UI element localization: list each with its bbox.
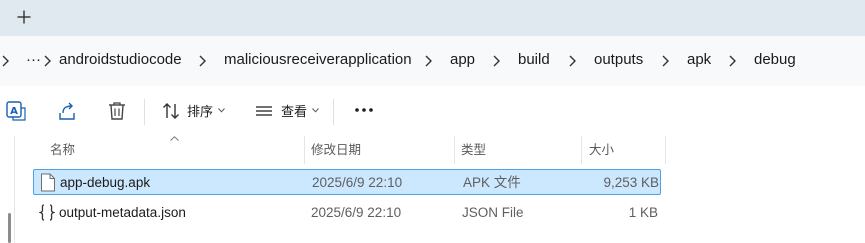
view-list-icon [256, 106, 272, 116]
file-icon [41, 173, 55, 192]
breadcrumb-item-debug[interactable]: debug [754, 50, 796, 70]
tab-strip [0, 0, 865, 36]
chevron-right-icon[interactable] [492, 54, 501, 68]
toolbar-divider [333, 99, 334, 125]
file-size: 9,253 KB [603, 175, 659, 190]
breadcrumb-item-outputs[interactable]: outputs [594, 50, 643, 70]
chevron-right-icon[interactable] [198, 54, 207, 68]
column-header-type[interactable]: 类型 [461, 141, 486, 159]
chevron-right-icon[interactable] [1, 54, 10, 68]
breadcrumb: ··· androidstudiocode maliciousreceivera… [0, 36, 865, 86]
file-type: JSON File [462, 205, 524, 220]
command-bar: A 排序 查看 [0, 86, 865, 136]
file-size: 1 KB [628, 205, 658, 220]
breadcrumb-item-build[interactable]: build [518, 50, 550, 70]
plus-icon[interactable] [14, 7, 34, 27]
file-name: app-debug.apk [60, 175, 151, 190]
scrollbar[interactable] [8, 213, 11, 243]
chevron-down-icon [312, 108, 319, 113]
table-row[interactable]: app-debug.apk 2025/6/9 22:10 APK 文件 9,25… [33, 169, 661, 195]
column-header-size[interactable]: 大小 [589, 141, 614, 159]
share-icon[interactable] [56, 100, 78, 122]
file-modified: 2025/6/9 22:10 [312, 175, 403, 190]
json-file-icon [39, 204, 55, 221]
chevron-right-icon[interactable] [43, 54, 52, 68]
column-divider[interactable] [665, 136, 666, 164]
chevron-right-icon[interactable] [568, 54, 577, 68]
chevron-right-icon[interactable] [661, 54, 670, 68]
sort-ascending-icon [170, 136, 179, 141]
chevron-right-icon[interactable] [424, 54, 433, 68]
sort-icon [163, 103, 179, 119]
translate-icon[interactable]: A [5, 100, 27, 122]
file-modified: 2025/6/9 22:10 [311, 205, 402, 220]
column-divider[interactable] [454, 136, 455, 164]
column-header-name[interactable]: 名称 [50, 141, 75, 159]
chevron-right-icon[interactable] [728, 54, 737, 68]
nav-pane-divider [14, 136, 15, 243]
file-name: output-metadata.json [59, 205, 186, 220]
column-header-modified[interactable]: 修改日期 [311, 141, 361, 159]
breadcrumb-overflow[interactable]: ··· [26, 50, 41, 70]
breadcrumb-item-maliciousreceiverapplication[interactable]: maliciousreceiverapplication [224, 50, 412, 70]
chevron-down-icon [218, 108, 225, 113]
more-options-icon[interactable] [353, 102, 375, 118]
breadcrumb-item-app[interactable]: app [450, 50, 475, 70]
table-row[interactable]: output-metadata.json 2025/6/9 22:10 JSON… [33, 200, 661, 226]
toolbar-divider [144, 99, 145, 125]
column-divider[interactable] [581, 136, 582, 164]
column-divider[interactable] [304, 136, 305, 164]
svg-text:A: A [10, 106, 18, 117]
sort-label: 排序 [187, 104, 214, 119]
file-list: 名称 修改日期 类型 大小 app-debug.apk 2025/6/9 22:… [0, 136, 865, 243]
file-type: APK 文件 [463, 175, 521, 190]
breadcrumb-item-androidstudiocode[interactable]: androidstudiocode [59, 50, 182, 70]
breadcrumb-item-apk[interactable]: apk [687, 50, 711, 70]
view-label: 查看 [281, 104, 308, 119]
trash-icon[interactable] [106, 100, 128, 122]
